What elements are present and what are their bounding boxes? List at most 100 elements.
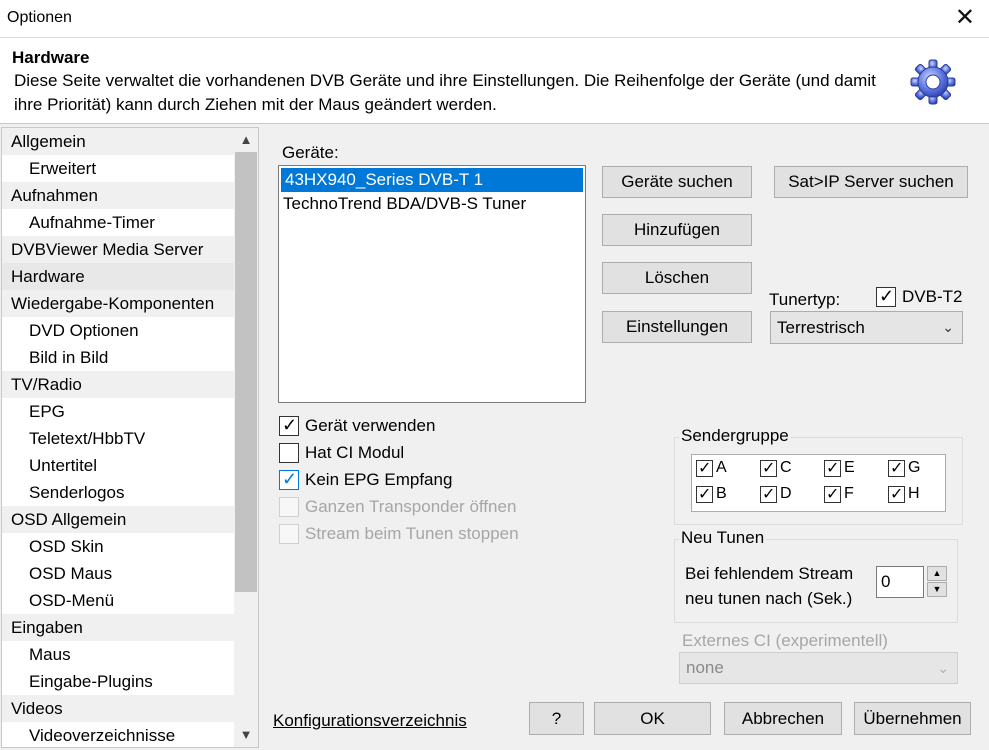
sidebar-item[interactable]: OSD Maus — [2, 560, 235, 587]
use-device-label: Gerät verwenden — [305, 416, 436, 435]
sendergruppe-check — [696, 484, 713, 504]
tuner-type-select[interactable]: Terrestrisch ⌄ — [770, 311, 963, 344]
sidebar-scrollbar[interactable]: ▲ ▼ — [234, 128, 258, 747]
cancel-button[interactable]: Abbrechen — [724, 702, 842, 735]
sendergruppe-checkbox[interactable]: A — [696, 458, 727, 478]
sendergruppe-check — [696, 458, 713, 478]
add-button[interactable]: Hinzufügen — [602, 214, 752, 246]
sendergruppe-label: F — [844, 485, 854, 502]
sidebar-item[interactable]: Maus — [2, 641, 235, 668]
sidebar: Allgemein Erweitert Aufnahmen Aufnahme-Time… — [1, 127, 259, 748]
sidebar-item[interactable]: OSD-Menü — [2, 587, 235, 614]
sendergruppe-check — [760, 458, 777, 478]
sendergruppe-checkbox[interactable]: H — [888, 484, 920, 504]
sidebar-item[interactable]: EPG — [2, 398, 235, 425]
search-satip-button[interactable]: Sat>IP Server suchen — [774, 166, 968, 198]
sidebar-item[interactable]: Hardware — [2, 263, 235, 290]
page-header: Hardware Diese Seite verwaltet die vorha… — [0, 38, 989, 124]
use-device-checkbox[interactable]: Gerät verwenden — [279, 415, 436, 436]
external-ci-select: none ⌄ — [679, 652, 958, 684]
scrollbar-thumb[interactable] — [235, 152, 257, 592]
dvbt2-check — [876, 286, 896, 307]
spin-down-icon[interactable]: ▼ — [927, 582, 947, 597]
sendergruppe-checkbox[interactable]: D — [760, 484, 792, 504]
sendergruppe-label: D — [780, 485, 792, 502]
whole-transponder-check — [279, 497, 299, 517]
sidebar-item[interactable]: Bild in Bild — [2, 344, 235, 371]
settings-button[interactable]: Einstellungen — [602, 311, 752, 343]
sendergruppe-label: H — [908, 485, 920, 502]
sidebar-item[interactable]: Aufnahme-Timer — [2, 209, 235, 236]
device-list[interactable]: 43HX940_Series DVB-T 1 TechnoTrend BDA/D… — [278, 165, 586, 403]
sendergruppe-box: A C E G B D F H — [691, 454, 946, 512]
sidebar-item[interactable]: Untertitel — [2, 452, 235, 479]
search-devices-button[interactable]: Geräte suchen — [602, 166, 752, 198]
sidebar-item[interactable]: OSD Skin — [2, 533, 235, 560]
sidebar-item[interactable]: Erweitert — [2, 155, 235, 182]
devices-label: Geräte: — [282, 143, 339, 162]
help-button[interactable]: ? — [529, 702, 584, 735]
dvbt2-checkbox[interactable]: DVB-T2 — [876, 286, 963, 307]
stop-stream-checkbox: Stream beim Tunen stoppen — [279, 524, 519, 544]
retune-line2: neu tunen nach (Sek.) — [685, 589, 853, 608]
ok-button[interactable]: OK — [594, 702, 711, 735]
retune-seconds-input[interactable]: 0 — [876, 566, 924, 598]
stop-stream-label: Stream beim Tunen stoppen — [305, 524, 519, 543]
sendergruppe-checkbox[interactable]: G — [888, 458, 921, 478]
dvbt2-label: DVB-T2 — [902, 287, 963, 306]
scroll-down-icon[interactable]: ▼ — [234, 723, 258, 747]
has-ci-label: Hat CI Modul — [305, 443, 405, 462]
sendergruppe-label: E — [844, 459, 855, 476]
gear-icon — [910, 59, 956, 105]
sendergruppe-check — [888, 484, 905, 504]
sidebar-item[interactable]: DVD Optionen — [2, 317, 235, 344]
scroll-up-icon[interactable]: ▲ — [234, 128, 258, 152]
sendergruppe-checkbox[interactable]: B — [696, 484, 727, 504]
window-title: Optionen — [7, 9, 72, 26]
sendergruppe-title: Sendergruppe — [679, 426, 791, 446]
device-item[interactable]: TechnoTrend BDA/DVB-S Tuner — [279, 192, 585, 216]
sendergruppe-group: Sendergruppe A C E G B D F H — [674, 426, 963, 525]
sidebar-item[interactable]: TV/Radio — [2, 371, 235, 398]
sendergruppe-check — [824, 458, 841, 478]
sendergruppe-label: C — [780, 459, 792, 476]
sendergruppe-checkbox[interactable]: C — [760, 458, 792, 478]
no-epg-checkbox[interactable]: Kein EPG Empfang — [279, 469, 453, 490]
sendergruppe-check — [824, 484, 841, 504]
tuner-type-label: Tunertyp: — [769, 290, 841, 309]
hardware-page: Geräte: 43HX940_Series DVB-T 1 TechnoTre… — [262, 127, 989, 750]
sidebar-item[interactable]: DVBViewer Media Server — [2, 236, 235, 263]
apply-button[interactable]: Übernehmen — [854, 702, 971, 735]
sidebar-item[interactable]: Teletext/HbbTV — [2, 425, 235, 452]
delete-button[interactable]: Löschen — [602, 262, 752, 294]
sendergruppe-checkbox[interactable]: E — [824, 458, 855, 478]
chevron-down-icon: ⌄ — [937, 660, 949, 676]
has-ci-check — [279, 443, 299, 463]
external-ci-value: none — [686, 658, 724, 677]
no-epg-check — [279, 469, 299, 490]
page-description: Diese Seite verwaltet die vorhandenen DV… — [14, 71, 876, 114]
sidebar-item[interactable]: Eingabe-Plugins — [2, 668, 235, 695]
spin-up-icon[interactable]: ▲ — [927, 566, 947, 581]
sendergruppe-label: G — [908, 459, 921, 476]
sidebar-item[interactable]: Videoverzeichnisse — [2, 722, 235, 747]
close-icon[interactable]: ✕ — [955, 5, 975, 31]
sendergruppe-check — [888, 458, 905, 478]
page-title: Hardware — [12, 48, 90, 67]
sidebar-item[interactable]: Aufnahmen — [2, 182, 235, 209]
sidebar-item[interactable]: Videos — [2, 695, 235, 722]
sendergruppe-label: B — [716, 485, 727, 502]
whole-transponder-checkbox: Ganzen Transponder öffnen — [279, 497, 516, 517]
retune-title: Neu Tunen — [679, 528, 767, 548]
no-epg-label: Kein EPG Empfang — [305, 470, 453, 489]
sidebar-item[interactable]: Allgemein — [2, 128, 235, 155]
device-item[interactable]: 43HX940_Series DVB-T 1 — [281, 168, 583, 192]
sidebar-item[interactable]: Eingaben — [2, 614, 235, 641]
sidebar-item[interactable]: Senderlogos — [2, 479, 235, 506]
sendergruppe-checkbox[interactable]: F — [824, 484, 854, 504]
sidebar-item[interactable]: OSD Allgemein — [2, 506, 235, 533]
config-directory-link[interactable]: Konfigurationsverzeichnis — [273, 711, 467, 731]
has-ci-checkbox[interactable]: Hat CI Modul — [279, 443, 404, 463]
sidebar-item[interactable]: Wiedergabe-Komponenten — [2, 290, 235, 317]
retune-group: Neu Tunen Bei fehlendem Stream neu tunen… — [674, 528, 958, 623]
